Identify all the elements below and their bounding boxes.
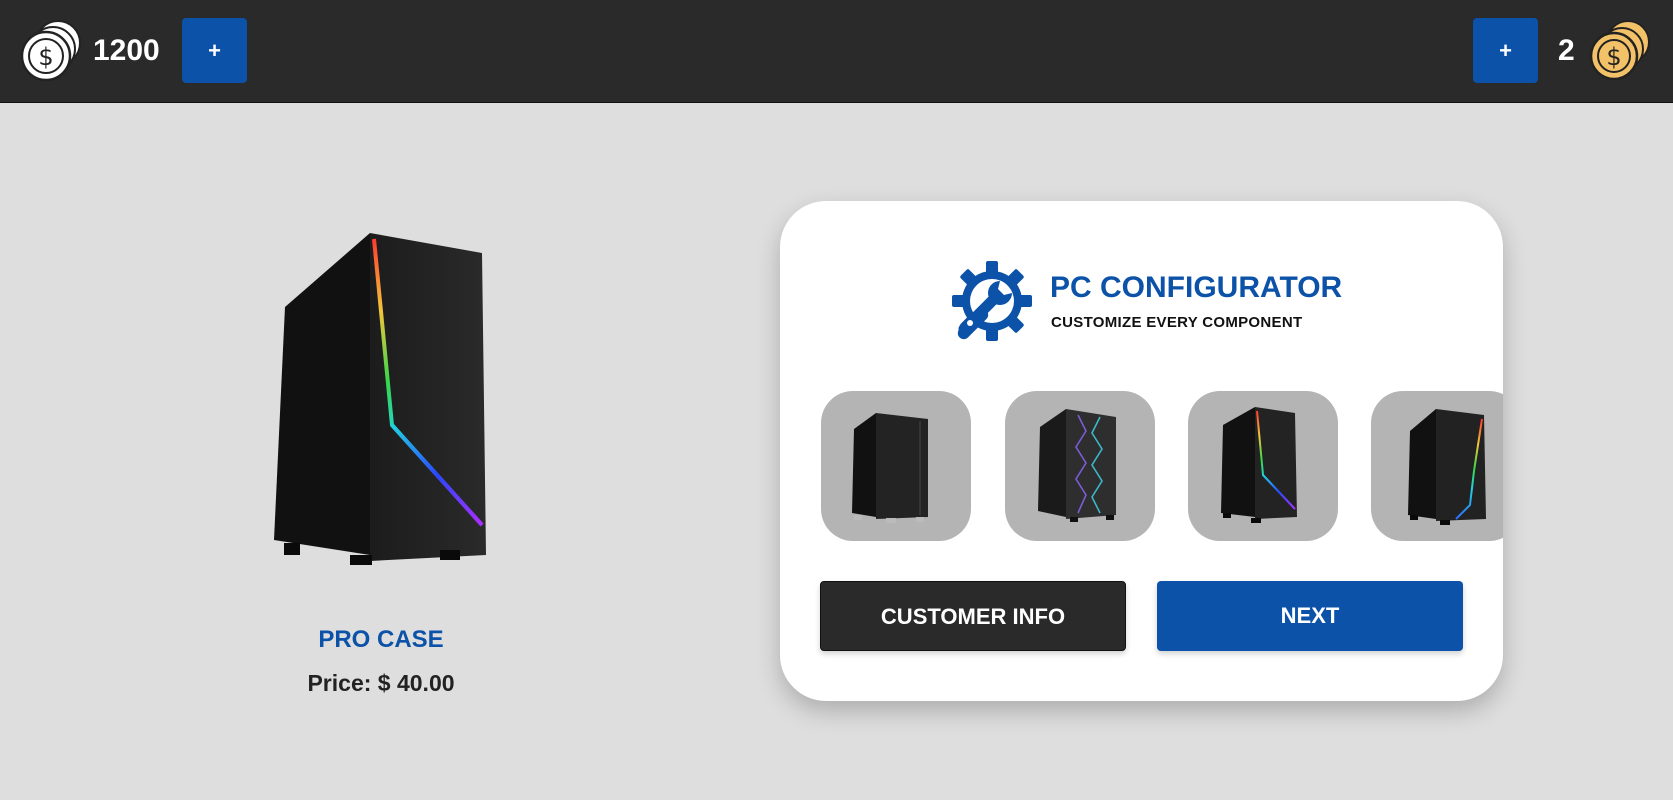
silver-coin-stack-icon: $: [18, 18, 84, 84]
gear-wrench-icon: [950, 259, 1034, 343]
case-option-rgb-stripe[interactable]: [1371, 391, 1503, 541]
configurator-card: PC CONFIGURATOR CUSTOMIZE EVERY COMPONEN…: [780, 201, 1503, 701]
case-option-pro[interactable]: [1188, 391, 1338, 541]
case-option-rgb-mesh[interactable]: [1005, 391, 1155, 541]
product-price: Price: $ 40.00: [307, 670, 455, 696]
configurator-title: PC CONFIGURATOR: [1050, 271, 1343, 304]
rgb-mesh-case-thumbnail: [1038, 409, 1116, 522]
next-button[interactable]: NEXT: [1157, 581, 1463, 651]
customer-info-button[interactable]: CUSTOMER INFO: [820, 581, 1126, 651]
top-bar: $ 1200 + + 2 $: [0, 0, 1673, 103]
add-gold-button[interactable]: +: [1473, 18, 1538, 83]
svg-text:$: $: [38, 43, 53, 71]
rgb-stripe-case-thumbnail: [1408, 409, 1486, 525]
case-option-basic[interactable]: [821, 391, 971, 541]
pro-case-thumbnail: [1221, 407, 1297, 523]
gold-coin-stack-icon: $: [1586, 18, 1652, 84]
add-coins-button[interactable]: +: [182, 18, 247, 83]
configurator-subtitle: CUSTOMIZE EVERY COMPONENT: [1051, 314, 1303, 331]
basic-case-thumbnail: [852, 413, 928, 523]
pc-case-image: [270, 225, 500, 575]
gold-balance: 2: [1558, 34, 1575, 67]
product-name: PRO CASE: [318, 626, 444, 653]
case-options-carousel[interactable]: [821, 391, 1503, 541]
coin-balance: 1200: [93, 34, 160, 67]
svg-text:$: $: [1606, 43, 1621, 71]
